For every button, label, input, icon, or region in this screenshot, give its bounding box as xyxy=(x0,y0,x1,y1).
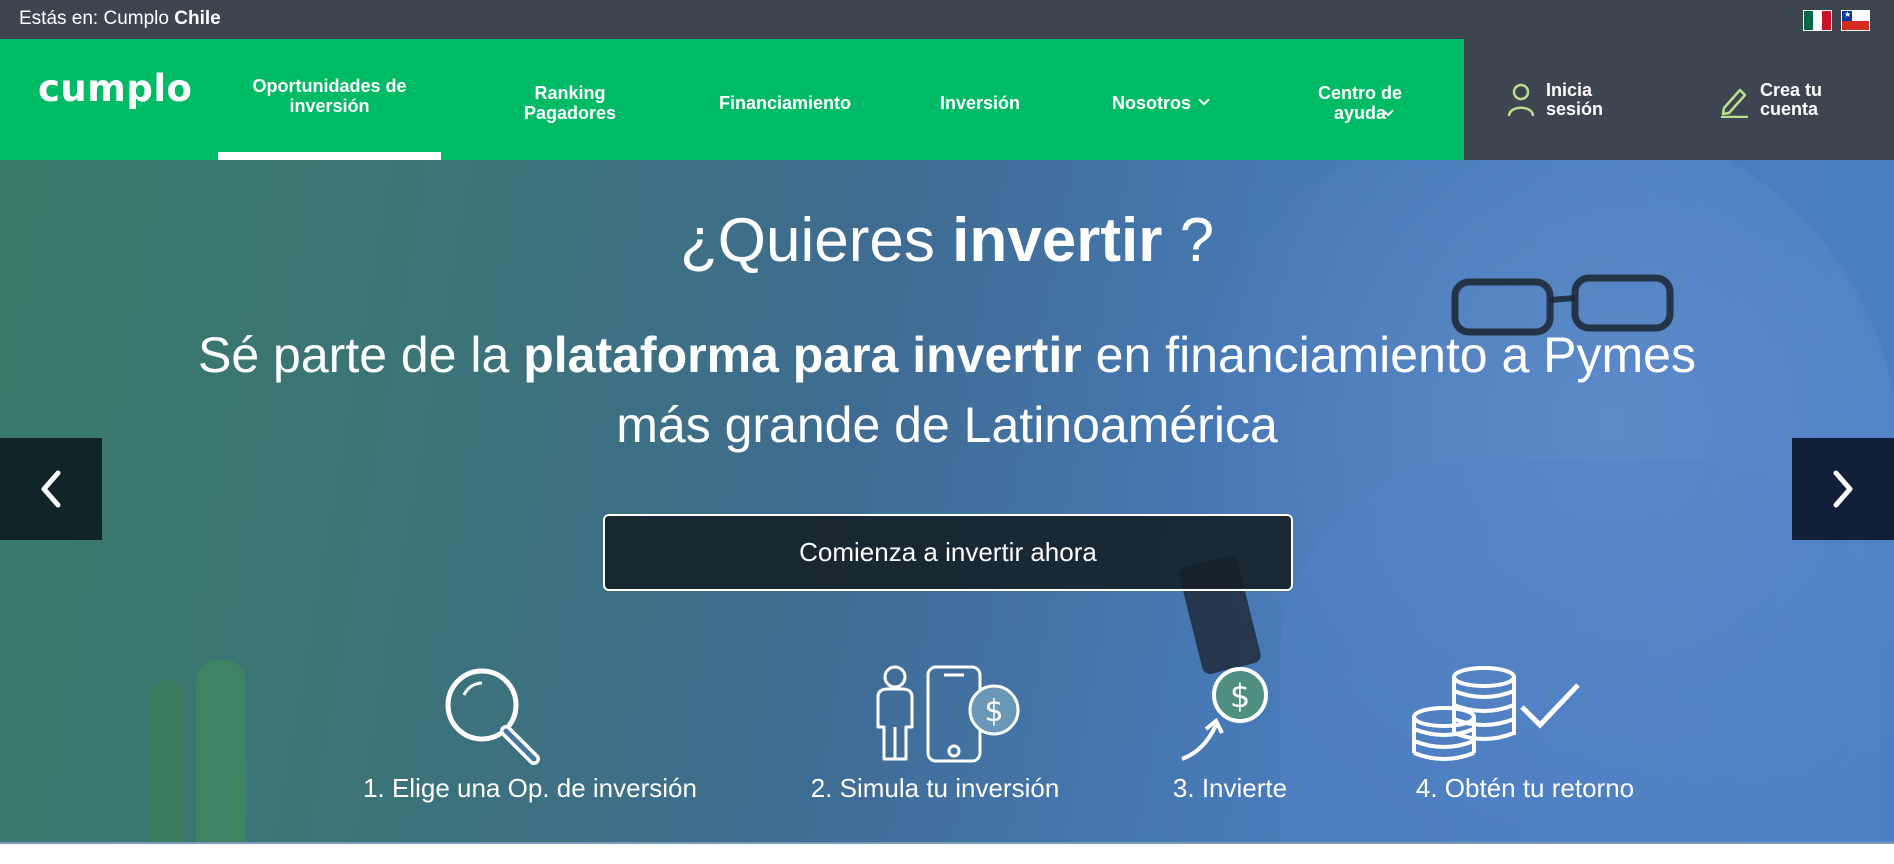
hero-sub-prefix: Sé parte de la xyxy=(198,327,510,383)
cumplo-logo[interactable]: cumplo xyxy=(38,67,192,110)
chevron-right-icon xyxy=(1833,470,1853,508)
step-2: 2. Simula tu inversión xyxy=(790,773,1080,804)
login-label: Inicia sesión xyxy=(1546,80,1604,119)
user-icon xyxy=(1507,83,1535,117)
carousel-next-button[interactable] xyxy=(1792,438,1894,540)
hero-sub-bold: plataforma para invertir xyxy=(523,327,1082,383)
nav-active-indicator xyxy=(218,152,441,160)
country-bar: Estás en: Cumplo Chile ★ xyxy=(0,0,1894,39)
person-phone-dollar-icon: $ xyxy=(876,665,1020,763)
svg-text:$: $ xyxy=(984,694,1003,729)
nav-item-label: Centro de ayuda xyxy=(1317,82,1402,123)
chile-flag-icon[interactable]: ★ xyxy=(1841,10,1870,31)
nav-item-ranking[interactable]: Ranking Pagadores xyxy=(500,39,640,166)
start-investing-button[interactable]: Comienza a invertir ahora xyxy=(603,514,1293,591)
nav-item-label: Ranking Pagadores xyxy=(523,82,617,123)
coins-check-icon xyxy=(1412,666,1580,761)
step-label: 1. Elige una Op. de inversión xyxy=(363,773,697,803)
signup-button[interactable]: Crea tu cuenta xyxy=(1718,81,1830,119)
hero-title-prefix: ¿Quieres xyxy=(679,206,935,275)
nav-item-financiamiento[interactable]: Financiamiento xyxy=(700,39,870,166)
step-label: 2. Simula tu inversión xyxy=(810,773,1060,803)
login-button[interactable]: Inicia sesión xyxy=(1506,81,1606,119)
hero-background-cactus xyxy=(150,680,184,844)
account-area: Inicia sesión Crea tu cuenta xyxy=(1464,39,1894,160)
dollar-arrow-icon: $ xyxy=(1181,667,1268,761)
step-3: 3. Invierte xyxy=(1150,773,1310,804)
nav-item-nosotros[interactable]: Nosotros xyxy=(1090,39,1230,166)
step-label: 3. Invierte xyxy=(1172,773,1288,803)
nav-item-label: Inversión xyxy=(939,92,1021,113)
step-1: 1. Elige una Op. de inversión xyxy=(340,773,720,804)
chevron-down-icon xyxy=(1198,94,1210,106)
svg-text:$: $ xyxy=(1230,677,1250,715)
hero-title: ¿Quieres invertir ? xyxy=(0,205,1894,276)
hero-background-cactus xyxy=(196,660,246,844)
hero-subtitle: Sé parte de la plataforma para invertir … xyxy=(180,320,1714,460)
nav-item-label: Oportunidades de inversión xyxy=(252,75,407,116)
country-indicator: Estás en: Cumplo Chile xyxy=(19,8,221,30)
step-label: 4. Obtén tu retorno xyxy=(1415,773,1635,803)
nav-item-label: Financiamiento xyxy=(718,92,852,113)
mexico-flag-icon[interactable] xyxy=(1803,10,1832,31)
nav-item-oportunidades[interactable]: Oportunidades de inversión xyxy=(218,39,441,152)
nav-item-inversion[interactable]: Inversión xyxy=(920,39,1040,166)
page-below-fold xyxy=(0,844,1894,864)
carousel-prev-button[interactable] xyxy=(0,438,102,540)
pencil-icon xyxy=(1721,88,1748,118)
country-prefix: Estás en: Cumplo xyxy=(19,8,169,29)
country-name: Chile xyxy=(174,8,221,29)
chevron-left-icon xyxy=(41,470,61,508)
nav-item-label: Nosotros xyxy=(1111,92,1191,113)
start-investing-label: Comienza a invertir ahora xyxy=(799,537,1097,567)
main-nav: cumplo Oportunidades de inversión Rankin… xyxy=(0,39,1464,160)
magnifier-icon xyxy=(445,668,540,765)
nav-item-centro-ayuda[interactable]: Centro de ayuda xyxy=(1300,39,1420,166)
step-4: 4. Obtén tu retorno xyxy=(1380,773,1670,804)
hero-title-suffix: ? xyxy=(1179,206,1215,275)
signup-label: Crea tu cuenta xyxy=(1760,80,1823,119)
hero-title-bold: invertir xyxy=(952,206,1163,275)
